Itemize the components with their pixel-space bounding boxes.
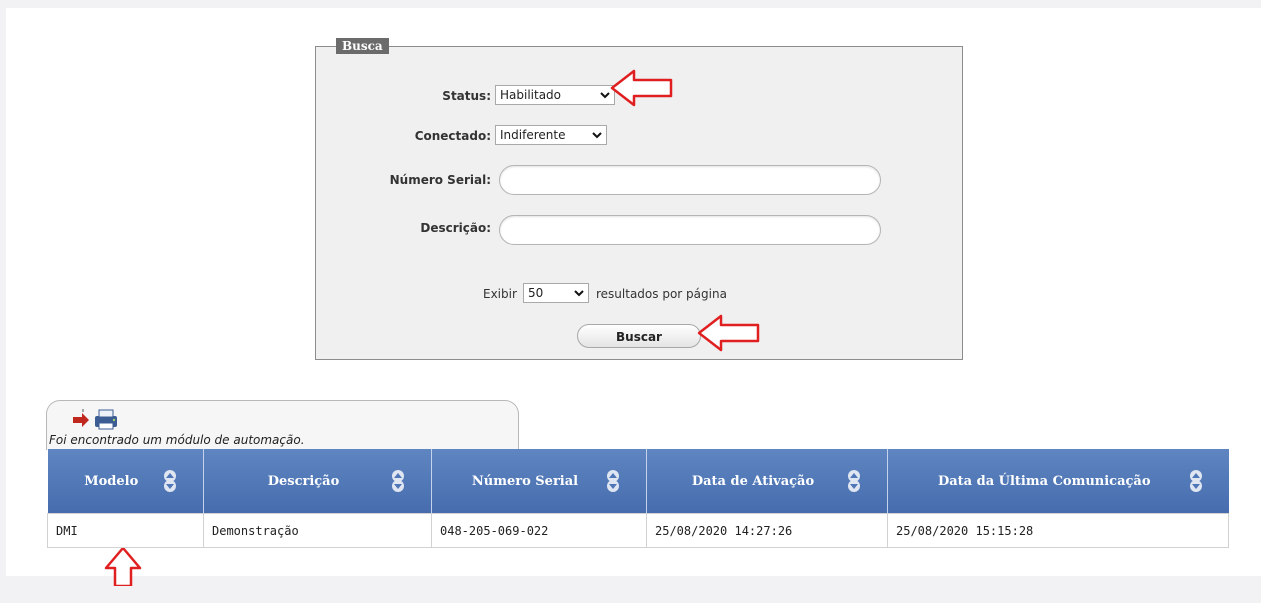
descricao-label: Descrição:: [420, 221, 491, 235]
annotation-arrow-up-icon: [104, 546, 142, 586]
conectado-select-value: Indiferente: [500, 128, 566, 142]
conectado-label: Conectado:: [414, 129, 491, 143]
chevron-down-icon: [592, 132, 602, 139]
table-header-row: Modelo Descrição Número Serial Data de A…: [47, 449, 1229, 514]
search-panel-legend: Busca: [336, 38, 389, 54]
cell-modelo: DMI: [47, 513, 204, 548]
result-message: Foi encontrado um módulo de automação.: [49, 433, 305, 447]
sort-icon[interactable]: [163, 470, 177, 492]
column-header-modelo[interactable]: Modelo: [47, 449, 204, 514]
chevron-down-icon: [574, 290, 584, 297]
annotation-arrow-left-icon: [610, 69, 673, 107]
column-header-data-ultima-comunicacao[interactable]: Data da Última Comunicação: [887, 449, 1229, 514]
cell-data-ultima-comunicacao: 25/08/2020 15:15:28: [887, 513, 1229, 548]
sort-icon[interactable]: [1189, 470, 1203, 492]
sort-icon[interactable]: [606, 470, 620, 492]
cell-data-ativacao: 25/08/2020 14:27:26: [646, 513, 888, 548]
page-size-value: 50: [528, 286, 544, 300]
status-select-value: Habilitado: [500, 88, 562, 102]
page-content: Busca Status: Habilitado Conectado: Indi…: [6, 8, 1261, 586]
cell-descricao: Demonstração: [203, 513, 432, 548]
column-header-descricao[interactable]: Descrição: [203, 449, 432, 514]
numero-serial-input[interactable]: [499, 165, 881, 195]
numero-serial-label: Número Serial:: [389, 173, 491, 187]
descricao-input[interactable]: [499, 215, 881, 245]
column-header-numero-serial[interactable]: Número Serial: [431, 449, 647, 514]
cell-numero-serial: 048-205-069-022: [431, 513, 647, 548]
result-tab: Foi encontrado um módulo de automação.: [46, 400, 519, 450]
sort-icon[interactable]: [391, 470, 405, 492]
sort-icon[interactable]: [847, 470, 861, 492]
results-per-page-label: resultados por página: [596, 287, 727, 301]
table-row[interactable]: DMI Demonstração 048-205-069-022 25/08/2…: [47, 513, 1229, 548]
buscar-button[interactable]: Buscar: [577, 324, 701, 348]
column-header-data-ativacao[interactable]: Data de Ativação: [646, 449, 888, 514]
conectado-select[interactable]: Indiferente: [495, 125, 607, 145]
results-table: Modelo Descrição Número Serial Data de A…: [47, 449, 1229, 548]
page-size-select[interactable]: 50: [523, 283, 589, 303]
status-label: Status:: [442, 89, 491, 103]
status-select[interactable]: Habilitado: [495, 85, 615, 105]
exibir-label: Exibir: [483, 287, 517, 301]
chevron-down-icon: [600, 92, 610, 99]
annotation-arrow-left-icon: [697, 314, 760, 352]
printer-arrow-icon: [73, 409, 117, 430]
